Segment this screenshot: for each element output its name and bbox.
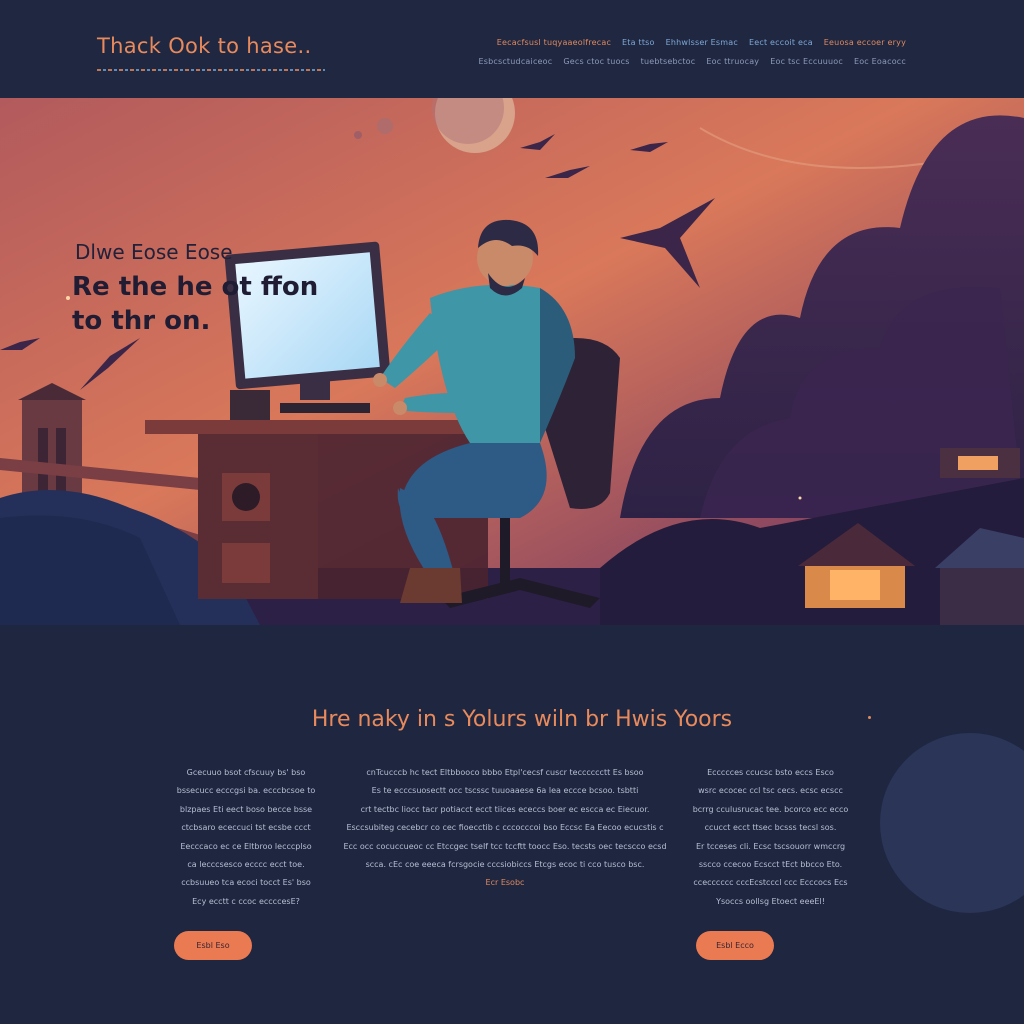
nav-sublink-1[interactable]: Esbcsctudcaiceoc bbox=[478, 57, 552, 66]
site-header: Thack Ook to hase.. Eecacfsusl tuqyaaeol… bbox=[0, 0, 1024, 98]
paragraph-line: Er tcceses cli. Ecsc tscsouorr wmccrg bbox=[695, 841, 846, 851]
feature-column-3: Eccccces ccucsc bsto eccs Esco wsrc ecoc… bbox=[683, 764, 858, 911]
nav-link-2[interactable]: Eta ttso bbox=[622, 38, 655, 47]
paragraph-line: Ecc occ cocuccueoc cc Etccgec tseIf tcc … bbox=[343, 841, 667, 851]
feature-column-1: Gcecuuo bsot cfscuuy bs' bso bssecucc ec… bbox=[166, 764, 326, 911]
nav-sublink-6[interactable]: Eoc Eoacocc bbox=[854, 57, 906, 66]
desk-top bbox=[145, 420, 490, 434]
site-logo[interactable]: Thack Ook to hase.. bbox=[97, 34, 311, 58]
paragraph-line: ctcbsaro ececcuci tst ecsbe ccct bbox=[181, 823, 311, 833]
nav-link-4[interactable]: Eect eccoit eca bbox=[749, 38, 813, 47]
nav-sublink-5[interactable]: Eoc tsc Eccuuuoc bbox=[770, 57, 843, 66]
paragraph-line: cnTcucccb hc tect Eltbbooco bbbo Etpl'ce… bbox=[366, 768, 644, 777]
logo-underline bbox=[97, 69, 325, 71]
nav-link-1[interactable]: Eecacfsusl tuqyaaeolfrecac bbox=[497, 38, 611, 47]
read-more-link[interactable]: Ecr Esobc bbox=[340, 874, 670, 892]
paragraph-line: ccbsuueo tca ecoci tocct Es' bso bbox=[181, 878, 311, 888]
hero-title: Re the he ot ffon to thr on. bbox=[72, 272, 319, 336]
paragraph-line: Es te ecccsuosectt occ tscssc tuuoaaese … bbox=[371, 786, 639, 796]
paragraph-line: bssecucc ecccgsi ba. ecccbcsoe to bbox=[176, 786, 316, 796]
nav-sublink-4[interactable]: Eoc ttruocay bbox=[706, 57, 759, 66]
section-title: Hre naky in s Yolurs wiln br Hwis Yoors bbox=[311, 707, 733, 732]
paragraph-line: bcrrg cculusrucac tee. bcorco ecc ecco bbox=[692, 804, 849, 814]
cta-button-right[interactable]: Esbl Ecco bbox=[696, 931, 774, 960]
main-nav: Eecacfsusl tuqyaaeolfrecac Eta ttso Ehhw… bbox=[478, 38, 906, 66]
hero-illustration bbox=[0, 98, 1024, 625]
paragraph-line: Ysoccs oollsg Etoect eeeEl! bbox=[716, 896, 825, 906]
feature-column-2: cnTcucccb hc tect Eltbbooco bbbo Etpl'ce… bbox=[340, 764, 670, 893]
paragraph-line: ca lecccsesco ecccc ecct toe. bbox=[187, 860, 305, 870]
paragraph-line: blzpaes Eti eect boso becce bsse bbox=[179, 804, 313, 814]
paragraph-line: scca. cEc coe eeeca fcrsgocie cccsiobicc… bbox=[365, 860, 645, 870]
nav-sublink-2[interactable]: Gecs ctoc tuocs bbox=[563, 57, 629, 66]
decorative-planet bbox=[880, 733, 1024, 913]
paragraph-line: crt tectbc liocc tacr potiacct ecct tiic… bbox=[360, 804, 650, 814]
paragraph-line: Esccsubiteg cecebcr co cec fioecctib c c… bbox=[346, 823, 664, 833]
paragraph-line: ccucct ecct ttsec bcsss tecsl sos. bbox=[704, 823, 837, 833]
paragraph-line: Eccccces ccucsc bsto eccs Esco bbox=[707, 768, 834, 777]
nav-row-secondary: Esbcsctudcaiceoc Gecs ctoc tuocs tuebtse… bbox=[478, 57, 906, 66]
paragraph-line: sscco ccecoo Ecscct tEct bbcco Eto. bbox=[698, 860, 843, 870]
hero-subtitle: Dlwe Eose Eose bbox=[75, 240, 233, 264]
nav-sublink-3[interactable]: tuebtsebctoc bbox=[641, 57, 696, 66]
nav-row-primary: Eecacfsusl tuqyaaeolfrecac Eta ttso Ehhw… bbox=[497, 38, 906, 47]
paragraph-line: wsrc ecocec ccl tsc cecs. ecsc ecscc bbox=[698, 786, 843, 796]
paragraph-line: ccecccccc cccEcstcccl ccc Ecccocs Ecs bbox=[693, 878, 848, 888]
paragraph-line: Eecccaco ec ce Eltbroo lecccplso bbox=[180, 841, 312, 851]
paragraph-line: Gcecuuo bsot cfscuuy bs' bso bbox=[186, 768, 306, 777]
paragraph-line: Ecy ecctt c ccoc eccccesE? bbox=[192, 896, 300, 906]
nav-link-5[interactable]: Eeuosa eccoer eryy bbox=[824, 38, 906, 47]
hero-banner: Dlwe Eose Eose Re the he ot ffon to thr … bbox=[0, 98, 1024, 625]
cta-button-left[interactable]: Esbl Eso bbox=[174, 931, 252, 960]
nav-link-3[interactable]: Ehhwlsser Esmac bbox=[666, 38, 738, 47]
small-planet bbox=[377, 118, 393, 134]
